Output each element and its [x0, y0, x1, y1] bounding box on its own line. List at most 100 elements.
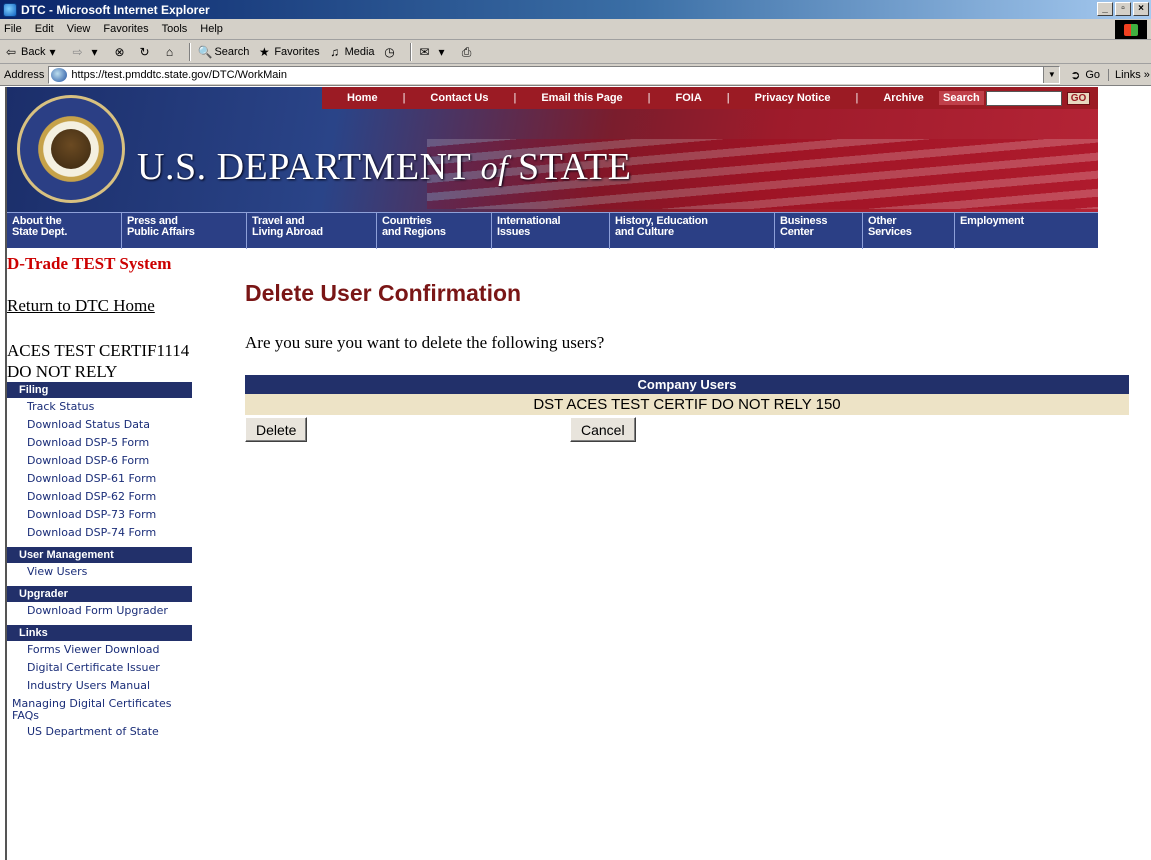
- sitenav-line1: Employment: [960, 215, 1025, 227]
- company-users-table: Company Users DST ACES TEST CERTIF DO NO…: [245, 375, 1129, 415]
- toolbar-separator: [409, 42, 412, 61]
- mail-button[interactable]: ✉ ▾: [418, 45, 452, 59]
- back-button[interactable]: ⇦ Back ▾: [4, 45, 62, 59]
- forward-button[interactable]: ⇨ ▾: [70, 45, 104, 59]
- section-heading-upgrader: Upgrader: [7, 586, 192, 602]
- sidebar-link-download-dsp62[interactable]: Download DSP-62 Form: [7, 488, 192, 506]
- window-titlebar: DTC - Microsoft Internet Explorer _ ▫ ×: [0, 0, 1151, 19]
- delete-button[interactable]: Delete: [245, 417, 308, 442]
- menu-help[interactable]: Help: [200, 23, 223, 35]
- site-search-input[interactable]: [985, 90, 1062, 106]
- address-dropdown-icon[interactable]: ▼: [1043, 66, 1060, 83]
- sitenav-travel[interactable]: Travel and Living Abroad: [247, 213, 377, 249]
- system-title: D-Trade TEST System: [7, 254, 172, 273]
- sitenav-international[interactable]: International Issues: [492, 213, 610, 249]
- title-main: U.S. DEPARTMENT: [137, 146, 481, 188]
- go-label: Go: [1085, 68, 1101, 81]
- dropdown-arrow-icon: ▾: [438, 44, 445, 59]
- section-heading-links: Links: [7, 625, 192, 641]
- topnav-privacy-notice[interactable]: Privacy Notice: [755, 92, 831, 104]
- address-input[interactable]: https://test.pmddtc.state.gov/DTC/WorkMa…: [48, 65, 1061, 84]
- site-search-go-button[interactable]: GO: [1066, 91, 1091, 105]
- sitenav-line2: Issues: [497, 226, 531, 238]
- dropdown-arrow-icon: ▾: [91, 44, 98, 59]
- sitenav-line2: and Culture: [615, 226, 674, 238]
- forward-arrow-icon: ⇨: [72, 44, 83, 59]
- sitenav-other[interactable]: Other Services: [863, 213, 955, 249]
- address-url: https://test.pmddtc.state.gov/DTC/WorkMa…: [71, 68, 287, 81]
- site-search: Search GO: [931, 87, 1098, 109]
- menu-tools[interactable]: Tools: [162, 23, 188, 35]
- stop-button[interactable]: ⊗: [112, 45, 129, 59]
- divider: |: [855, 92, 859, 104]
- menu-file[interactable]: File: [4, 23, 22, 35]
- confirmation-question: Are you sure you want to delete the foll…: [245, 333, 605, 352]
- company-name: ACES TEST CERTIF1114 DO NOT RELY: [7, 341, 190, 381]
- refresh-button[interactable]: ↻: [137, 45, 154, 59]
- sidebar-link-download-form-upgrader[interactable]: Download Form Upgrader: [7, 602, 192, 620]
- search-label: Search: [214, 45, 250, 58]
- media-icon: ♫: [330, 44, 340, 59]
- sidebar-link-track-status[interactable]: Track Status: [7, 398, 192, 416]
- address-label: Address: [4, 68, 45, 81]
- page-content: U.S. DEPARTMENT of STATE Home | Contact …: [5, 87, 1151, 860]
- sidebar-link-certificate-issuer[interactable]: Digital Certificate Issuer: [7, 659, 192, 677]
- print-icon: ⎙: [461, 44, 472, 59]
- close-button[interactable]: ×: [1133, 2, 1149, 16]
- menu-favorites[interactable]: Favorites: [103, 23, 148, 35]
- cancel-button[interactable]: Cancel: [570, 417, 636, 442]
- address-bar: Address https://test.pmddtc.state.gov/DT…: [0, 64, 1151, 86]
- maximize-button[interactable]: ▫: [1115, 2, 1131, 16]
- topnav-archive[interactable]: Archive: [883, 92, 923, 104]
- sidebar-link-download-dsp5[interactable]: Download DSP-5 Form: [7, 434, 192, 452]
- topnav-foia[interactable]: FOIA: [676, 92, 702, 104]
- sitenav-about[interactable]: About the State Dept.: [7, 213, 122, 249]
- dropdown-arrow-icon: ▾: [49, 44, 56, 59]
- page-title: Delete User Confirmation: [245, 280, 522, 306]
- links-button[interactable]: Links »: [1108, 68, 1150, 81]
- state-dept-banner: U.S. DEPARTMENT of STATE Home | Contact …: [7, 87, 1098, 212]
- favorites-icon: ★: [258, 44, 270, 59]
- history-icon: ◷: [384, 44, 395, 59]
- sidebar-link-certificates-faqs[interactable]: Managing Digital Certificates FAQs: [7, 695, 172, 723]
- sidebar-link-users-manual[interactable]: Industry Users Manual: [7, 677, 192, 695]
- home-icon: ⌂: [165, 44, 174, 59]
- sidebar-link-download-status-data[interactable]: Download Status Data: [7, 416, 192, 434]
- refresh-icon: ↻: [139, 44, 150, 59]
- department-title: U.S. DEPARTMENT of STATE: [137, 145, 631, 189]
- sidebar-link-download-dsp74[interactable]: Download DSP-74 Form: [7, 524, 192, 542]
- sidebar-link-download-dsp73[interactable]: Download DSP-73 Form: [7, 506, 192, 524]
- standard-toolbar: ⇦ Back ▾ ⇨ ▾ ⊗ ↻ ⌂ 🔍 Search ★ Favorites …: [0, 40, 1151, 64]
- sitenav-line2: Public Affairs: [127, 226, 195, 238]
- search-button[interactable]: 🔍 Search: [197, 45, 249, 59]
- sidebar-link-us-dept-state[interactable]: US Department of State: [7, 723, 192, 741]
- sitenav-countries[interactable]: Countries and Regions: [377, 213, 492, 249]
- media-button[interactable]: ♫ Media: [328, 44, 374, 59]
- minimize-button[interactable]: _: [1097, 2, 1113, 16]
- sidebar-link-forms-viewer[interactable]: Forms Viewer Download: [7, 641, 192, 659]
- sidebar-link-download-dsp6[interactable]: Download DSP-6 Form: [7, 452, 192, 470]
- sitenav-employment[interactable]: Employment: [955, 213, 1098, 249]
- return-to-dtc-home-link[interactable]: Return to DTC Home: [7, 296, 192, 316]
- topnav-contact-us[interactable]: Contact Us: [430, 92, 488, 104]
- main-content: Delete User Confirmation Are you sure yo…: [245, 253, 1133, 443]
- home-button[interactable]: ⌂: [162, 45, 179, 59]
- sidebar-link-view-users[interactable]: View Users: [7, 563, 192, 581]
- topnav-home[interactable]: Home: [347, 92, 378, 104]
- sitenav-business[interactable]: Business Center: [775, 213, 863, 249]
- state-dept-seal-icon[interactable]: [17, 95, 125, 203]
- favorites-button[interactable]: ★ Favorites: [257, 44, 320, 59]
- search-icon: 🔍: [197, 44, 213, 59]
- search-label: Search: [939, 91, 984, 105]
- menu-edit[interactable]: Edit: [35, 23, 54, 35]
- history-button[interactable]: ◷: [383, 45, 400, 59]
- print-button[interactable]: ⎙: [460, 45, 477, 59]
- sitenav-press[interactable]: Press and Public Affairs: [122, 213, 247, 249]
- topnav-email-page[interactable]: Email this Page: [541, 92, 622, 104]
- menu-view[interactable]: View: [67, 23, 91, 35]
- sidebar-link-download-dsp61[interactable]: Download DSP-61 Form: [7, 470, 192, 488]
- divider: |: [513, 92, 517, 104]
- sitenav-history[interactable]: History, Education and Culture: [610, 213, 775, 249]
- go-button[interactable]: ➲ Go: [1068, 68, 1100, 82]
- top-nav: Home | Contact Us | Email this Page | FO…: [322, 87, 939, 109]
